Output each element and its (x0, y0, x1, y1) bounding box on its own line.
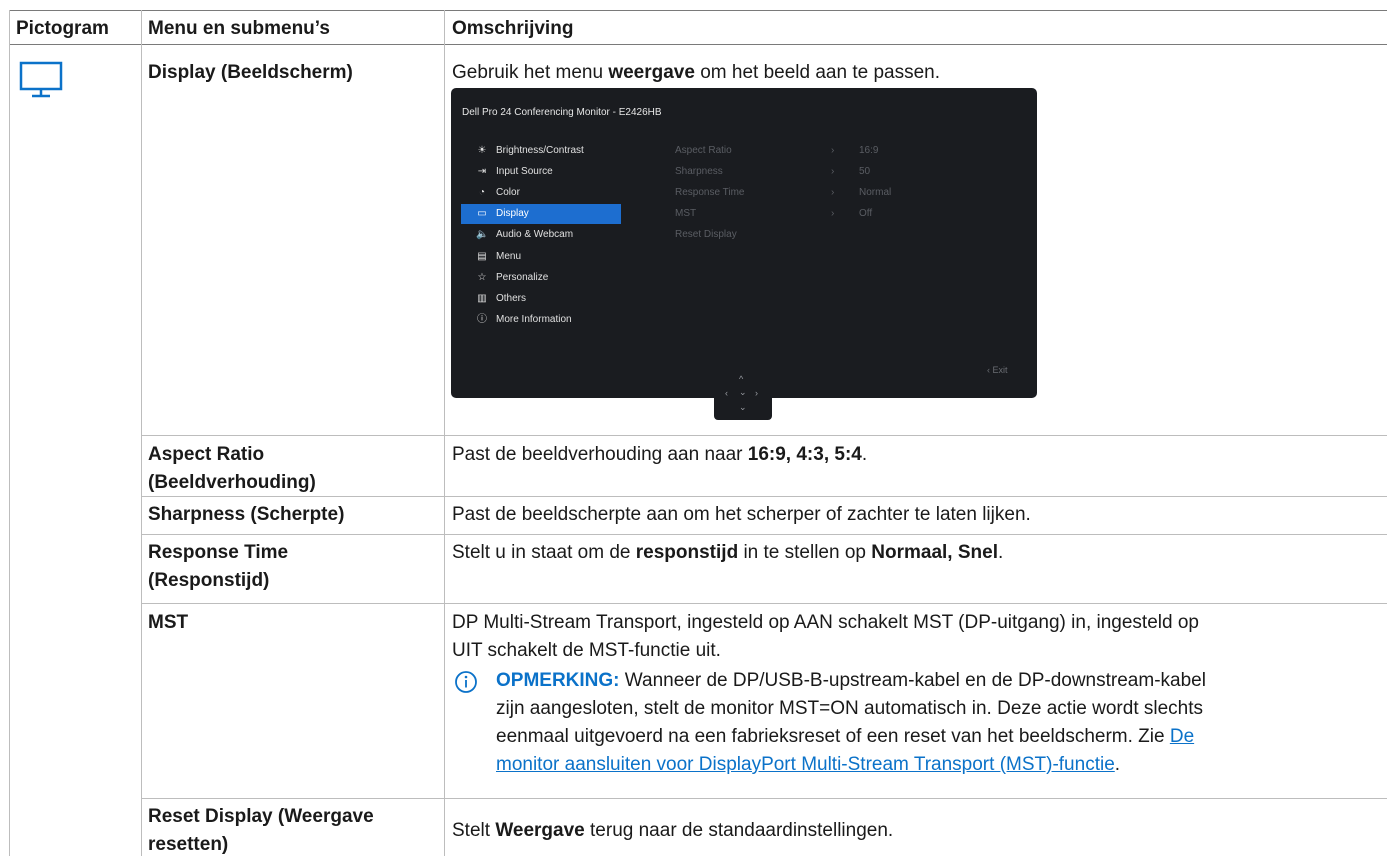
osd-sub-mst-label: MST (675, 208, 697, 219)
joystick-up-icon: ^ (739, 374, 744, 384)
joystick-overlay: ^ ‹ ⌄ › ⌄ (714, 368, 772, 420)
row-divider (141, 435, 1387, 436)
joystick-right-icon: › (755, 388, 758, 398)
mst-note: OPMERKING: Wanneer de DP/USB-B-upstream-… (496, 670, 1206, 775)
column-border (444, 10, 445, 856)
response-time-title: Response Time (Responstijd) (148, 542, 289, 591)
row-divider (141, 798, 1387, 799)
osd-menu-more-info: ⓘ More Information (461, 310, 621, 330)
mst-link[interactable]: monitor aansluiten voor DisplayPort Mult… (496, 754, 1115, 775)
audio-icon: 🔈 (476, 229, 489, 240)
osd-sub-aspect-label: Aspect Ratio (675, 145, 732, 156)
joystick-center-icon: ⌄ (739, 387, 747, 397)
others-icon: ▥ (477, 293, 487, 304)
osd-sub-sharpness-label: Sharpness (675, 166, 723, 177)
joystick-left-icon: ‹ (725, 388, 728, 398)
osd-menu-input-source: ⇥ Input Source (461, 162, 621, 182)
reset-display-title: Reset Display (Weergave resetten) (148, 806, 374, 855)
osd-exit: ‹ Exit (987, 365, 1008, 375)
header-description: Omschrijving (452, 18, 574, 39)
column-border (9, 10, 10, 856)
mst-link[interactable]: De (1170, 726, 1194, 747)
osd-sub-aspect-value: 16:9 (859, 145, 879, 156)
note-info-icon (455, 671, 477, 693)
aspect-ratio-title: Aspect Ratio (Beeldverhouding) (148, 444, 316, 493)
document-page: Pictogram Menu en submenu’s Omschrijving… (0, 0, 1387, 856)
column-border (141, 10, 142, 856)
osd-menu-others: ▥ Others (461, 289, 621, 309)
osd-title: Dell Pro 24 Conferencing Monitor - E2426… (462, 107, 662, 118)
header-menu: Menu en submenu’s (148, 18, 330, 39)
osd-menu-color: ◔ Color (461, 183, 621, 203)
star-icon: ☆ (477, 272, 487, 283)
reset-display-description: Stelt Weergave terug naar de standaardin… (452, 820, 894, 841)
osd-sub-arrow: › (831, 187, 835, 198)
osd-sub-response-label: Response Time (675, 187, 745, 198)
osd-sub-mst-value: Off (859, 208, 873, 219)
note-label: OPMERKING: (496, 670, 620, 691)
osd-screenshot: Dell Pro 24 Conferencing Monitor - E2426… (451, 88, 1037, 398)
osd-sub-arrow: › (831, 208, 835, 219)
row-divider (141, 603, 1387, 604)
osd-menu-display: ▭ Display (461, 204, 621, 224)
sharpness-title: Sharpness (Scherpte) (148, 504, 345, 525)
aspect-ratio-description: Past de beeldverhouding aan naar 16:9, 4… (452, 444, 868, 465)
monitor-icon (19, 61, 63, 98)
display-title: Display (Beeldscherm) (148, 62, 353, 83)
input-source-icon: ⇥ (477, 166, 487, 177)
osd-sub-arrow: › (831, 145, 835, 156)
osd-sub-reset-label: Reset Display (675, 229, 737, 240)
display-description: Gebruik het menu weergave om het beeld a… (452, 62, 940, 83)
osd-menu-personalize: ☆ Personalize (461, 268, 621, 288)
osd-menu-brightness: ☀ Brightness/Contrast (461, 141, 621, 161)
header-bottom-border (9, 44, 1387, 45)
osd-sub-sharpness-value: 50 (859, 166, 871, 177)
menu-icon: ▤ (477, 251, 487, 262)
osd-menu-menu: ▤ Menu (461, 247, 621, 267)
row-divider (141, 496, 1387, 497)
osd-sub-arrow: › (831, 166, 835, 177)
brightness-icon: ☀ (477, 145, 487, 156)
table-top-border (9, 10, 1387, 11)
header-pictogram: Pictogram (16, 18, 109, 39)
osd-sub-response-value: Normal (859, 187, 892, 198)
mst-description: DP Multi-Stream Transport, ingesteld op … (452, 612, 1199, 661)
sharpness-description: Past de beeldscherpte aan om het scherpe… (452, 504, 1031, 525)
joystick-down-icon: ⌄ (739, 402, 747, 412)
row-divider (141, 534, 1387, 535)
mst-title: MST (148, 612, 189, 633)
info-icon: ⓘ (477, 314, 487, 325)
response-time-description: Stelt u in staat om de responstijd in te… (452, 542, 1004, 563)
display-icon: ▭ (477, 208, 487, 219)
color-icon: ◔ (478, 187, 486, 198)
osd-menu-audio: 🔈 Audio & Webcam (461, 225, 621, 245)
